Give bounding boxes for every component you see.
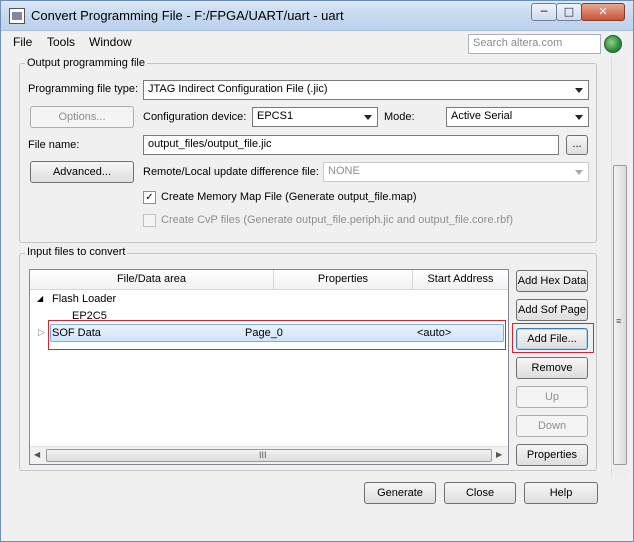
remove-button[interactable]: Remove — [516, 357, 588, 379]
close-button[interactable]: Close — [444, 482, 516, 504]
scroll-right-icon[interactable]: ▶ — [496, 450, 502, 459]
input-files-tree[interactable]: File/Data area Properties Start Address … — [29, 269, 509, 465]
configuration-device-label: Configuration device: — [143, 111, 247, 123]
programming-file-type-select[interactable]: JTAG Indirect Configuration File (.jic) — [143, 80, 589, 100]
horizontal-scroll-thumb[interactable]: III — [46, 449, 492, 462]
up-button[interactable]: Up — [516, 386, 588, 408]
scroll-left-icon[interactable]: ◀ — [34, 450, 40, 459]
programming-file-type-value: JTAG Indirect Configuration File (.jic) — [148, 83, 328, 95]
title-bar[interactable]: Convert Programming File - F:/FPGA/UART/… — [1, 1, 633, 31]
horizontal-scrollbar[interactable]: ◀ III ▶ — [30, 446, 508, 464]
add-file-highlight-box — [512, 323, 594, 353]
generate-button[interactable]: Generate — [364, 482, 436, 504]
chevron-down-icon — [575, 170, 583, 175]
menu-window[interactable]: Window — [89, 35, 132, 49]
vertical-scrollbar[interactable]: ≡ — [611, 57, 628, 477]
add-hex-data-button[interactable]: Add Hex Data — [516, 270, 588, 292]
chevron-down-icon — [575, 115, 583, 120]
create-cvp-label: Create CvP files (Generate output_file.p… — [161, 214, 513, 226]
chevron-down-icon — [364, 115, 372, 120]
file-name-input[interactable]: output_files/output_file.jic — [143, 135, 559, 155]
chevron-down-icon — [575, 88, 583, 93]
column-header-file-data-area[interactable]: File/Data area — [30, 270, 274, 290]
app-icon — [9, 8, 25, 24]
remote-local-value: NONE — [328, 165, 360, 177]
output-group-title: Output programming file — [25, 57, 147, 69]
create-cvp-checkbox[interactable] — [143, 214, 156, 227]
menu-tools[interactable]: Tools — [47, 35, 75, 49]
properties-button[interactable]: Properties — [516, 444, 588, 466]
triangle-right-icon[interactable]: ▷ — [38, 327, 45, 338]
browse-button[interactable]: ... — [566, 135, 588, 155]
maximize-button[interactable]: □ — [556, 3, 582, 21]
vertical-scroll-thumb[interactable]: ≡ — [613, 165, 627, 465]
configuration-device-value: EPCS1 — [257, 110, 294, 122]
mode-value: Active Serial — [451, 110, 513, 122]
create-map-label: Create Memory Map File (Generate output_… — [161, 191, 417, 203]
advanced-button[interactable]: Advanced... — [30, 161, 134, 183]
close-window-button[interactable]: ✕ — [581, 3, 625, 21]
mode-label: Mode: — [384, 111, 415, 123]
down-button[interactable]: Down — [516, 415, 588, 437]
column-header-start-address[interactable]: Start Address — [413, 270, 508, 290]
menu-file[interactable]: File — [13, 35, 32, 49]
help-button[interactable]: Help — [524, 482, 598, 504]
tree-item-flash-loader[interactable]: Flash Loader — [52, 293, 116, 305]
grip-icon: III — [259, 450, 267, 460]
window-title: Convert Programming File - F:/FPGA/UART/… — [31, 8, 344, 23]
remote-local-label: Remote/Local update difference file: — [143, 166, 319, 178]
sof-data-highlight-box — [48, 320, 506, 350]
file-name-label: File name: — [28, 139, 80, 151]
triangle-down-icon[interactable]: ◢ — [37, 294, 43, 303]
programming-file-type-label: Programming file type: — [28, 83, 139, 95]
create-map-checkbox[interactable]: ✓ — [143, 191, 156, 204]
globe-icon[interactable] — [604, 35, 622, 53]
remote-local-select[interactable]: NONE — [323, 162, 589, 182]
search-input[interactable]: Search altera.com — [468, 34, 601, 54]
convert-programming-file-window: Convert Programming File - F:/FPGA/UART/… — [0, 0, 634, 542]
column-header-properties[interactable]: Properties — [274, 270, 413, 290]
add-sof-page-button[interactable]: Add Sof Page — [516, 299, 588, 321]
configuration-device-select[interactable]: EPCS1 — [252, 107, 378, 127]
grip-icon: ≡ — [616, 316, 622, 326]
input-group-title: Input files to convert — [25, 246, 128, 258]
options-button[interactable]: Options... — [30, 106, 134, 128]
mode-select[interactable]: Active Serial — [446, 107, 589, 127]
minimize-button[interactable]: ─ — [531, 3, 557, 21]
